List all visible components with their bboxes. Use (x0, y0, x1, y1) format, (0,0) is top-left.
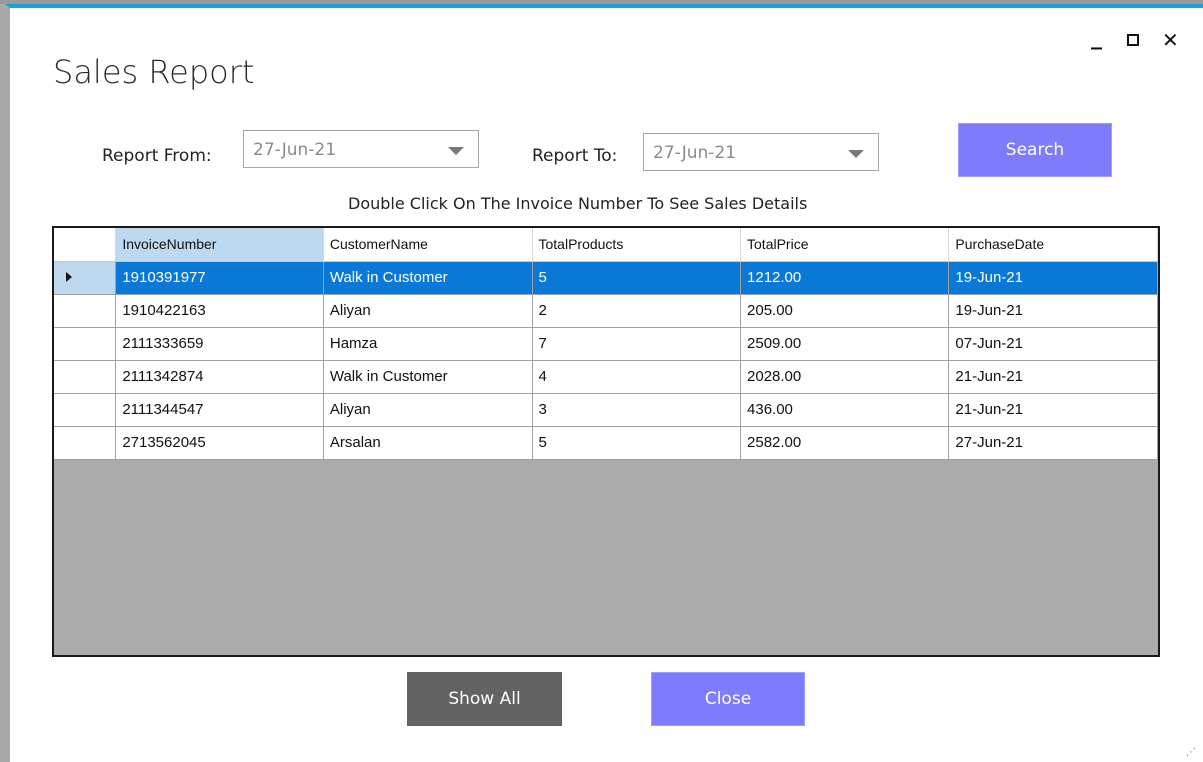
cell-invoice-number[interactable]: 2111344547 (115, 393, 324, 427)
cell-purchase-date[interactable]: 19-Jun-21 (948, 294, 1158, 328)
cell-total-products[interactable]: 5 (532, 426, 742, 460)
cell-total-price[interactable]: 1212.00 (740, 261, 950, 295)
header-row: InvoiceNumber CustomerName TotalProducts… (54, 228, 1158, 262)
table-row[interactable]: 1910391977 Walk in Customer 5 1212.00 19… (54, 261, 1158, 295)
cell-total-price[interactable]: 205.00 (740, 294, 950, 328)
report-from-value: 27-Jun-21 (253, 140, 337, 160)
row-header[interactable] (54, 393, 117, 427)
report-to-value: 27-Jun-21 (653, 143, 737, 163)
report-to-date-picker[interactable]: 27-Jun-21 (643, 133, 879, 171)
cell-invoice-number[interactable]: 2713562045 (115, 426, 324, 460)
row-header[interactable] (54, 327, 117, 361)
cell-customer-name[interactable]: Arsalan (323, 426, 533, 460)
table-row[interactable]: 2111344547 Aliyan 3 436.00 21-Jun-21 (54, 393, 1158, 427)
cell-total-price[interactable]: 436.00 (740, 393, 950, 427)
cell-purchase-date[interactable]: 27-Jun-21 (948, 426, 1158, 460)
row-header[interactable] (54, 261, 117, 295)
cell-total-products[interactable]: 4 (532, 360, 742, 394)
table-row[interactable]: 2111333659 Hamza 7 2509.00 07-Jun-21 (54, 327, 1158, 361)
cell-invoice-number[interactable]: 2111333659 (115, 327, 324, 361)
column-header-invoice-number[interactable]: InvoiceNumber (115, 228, 324, 262)
row-header[interactable] (54, 360, 117, 394)
table-row[interactable]: 1910422163 Aliyan 2 205.00 19-Jun-21 (54, 294, 1158, 328)
chevron-down-icon (448, 147, 464, 155)
cell-total-products[interactable]: 7 (532, 327, 742, 361)
column-header-customer-name[interactable]: CustomerName (323, 228, 533, 262)
row-header[interactable] (54, 426, 117, 460)
resize-grip-icon[interactable]: ⋰ (1186, 747, 1197, 758)
sales-table: InvoiceNumber CustomerName TotalProducts… (54, 228, 1158, 460)
table-row[interactable]: 2713562045 Arsalan 5 2582.00 27-Jun-21 (54, 426, 1158, 460)
cell-customer-name[interactable]: Hamza (323, 327, 533, 361)
grid-corner-cell (54, 228, 117, 262)
cell-total-price[interactable]: 2028.00 (740, 360, 950, 394)
cell-total-products[interactable]: 2 (532, 294, 742, 328)
cell-purchase-date[interactable]: 07-Jun-21 (948, 327, 1158, 361)
report-from-date-picker[interactable]: 27-Jun-21 (243, 130, 479, 168)
maximize-button[interactable] (1127, 34, 1139, 46)
report-from-label: Report From: (102, 146, 212, 166)
column-header-total-products[interactable]: TotalProducts (532, 228, 742, 262)
cell-invoice-number[interactable]: 2111342874 (115, 360, 324, 394)
column-header-purchase-date[interactable]: PurchaseDate (948, 228, 1158, 262)
cell-total-price[interactable]: 2509.00 (740, 327, 950, 361)
cell-customer-name[interactable]: Walk in Customer (323, 360, 533, 394)
column-header-total-price[interactable]: TotalPrice (740, 228, 950, 262)
cell-purchase-date[interactable]: 21-Jun-21 (948, 360, 1158, 394)
instruction-text: Double Click On The Invoice Number To Se… (348, 194, 808, 213)
cell-customer-name[interactable]: Aliyan (323, 393, 533, 427)
cell-total-products[interactable]: 5 (532, 261, 742, 295)
current-row-pointer-icon (66, 272, 72, 282)
sales-report-window: Sales Report _ ✕ Report From: 27-Jun-21 … (0, 0, 1203, 762)
chevron-down-icon (848, 150, 864, 158)
cell-purchase-date[interactable]: 21-Jun-21 (948, 393, 1158, 427)
page-title: Sales Report (53, 53, 255, 91)
sales-data-grid[interactable]: InvoiceNumber CustomerName TotalProducts… (52, 226, 1160, 657)
cell-invoice-number[interactable]: 1910391977 (115, 261, 324, 295)
cell-purchase-date[interactable]: 19-Jun-21 (948, 261, 1158, 295)
close-button[interactable]: Close (651, 672, 805, 726)
cell-total-price[interactable]: 2582.00 (740, 426, 950, 460)
report-to-label: Report To: (532, 146, 618, 166)
cell-customer-name[interactable]: Aliyan (323, 294, 533, 328)
show-all-button[interactable]: Show All (407, 672, 562, 726)
cell-invoice-number[interactable]: 1910422163 (115, 294, 324, 328)
minimize-button[interactable]: _ (1091, 25, 1102, 50)
search-button[interactable]: Search (958, 123, 1112, 177)
cell-customer-name[interactable]: Walk in Customer (323, 261, 533, 295)
cell-total-products[interactable]: 3 (532, 393, 742, 427)
table-row[interactable]: 2111342874 Walk in Customer 4 2028.00 21… (54, 360, 1158, 394)
row-header[interactable] (54, 294, 117, 328)
close-window-button[interactable]: ✕ (1162, 28, 1179, 52)
